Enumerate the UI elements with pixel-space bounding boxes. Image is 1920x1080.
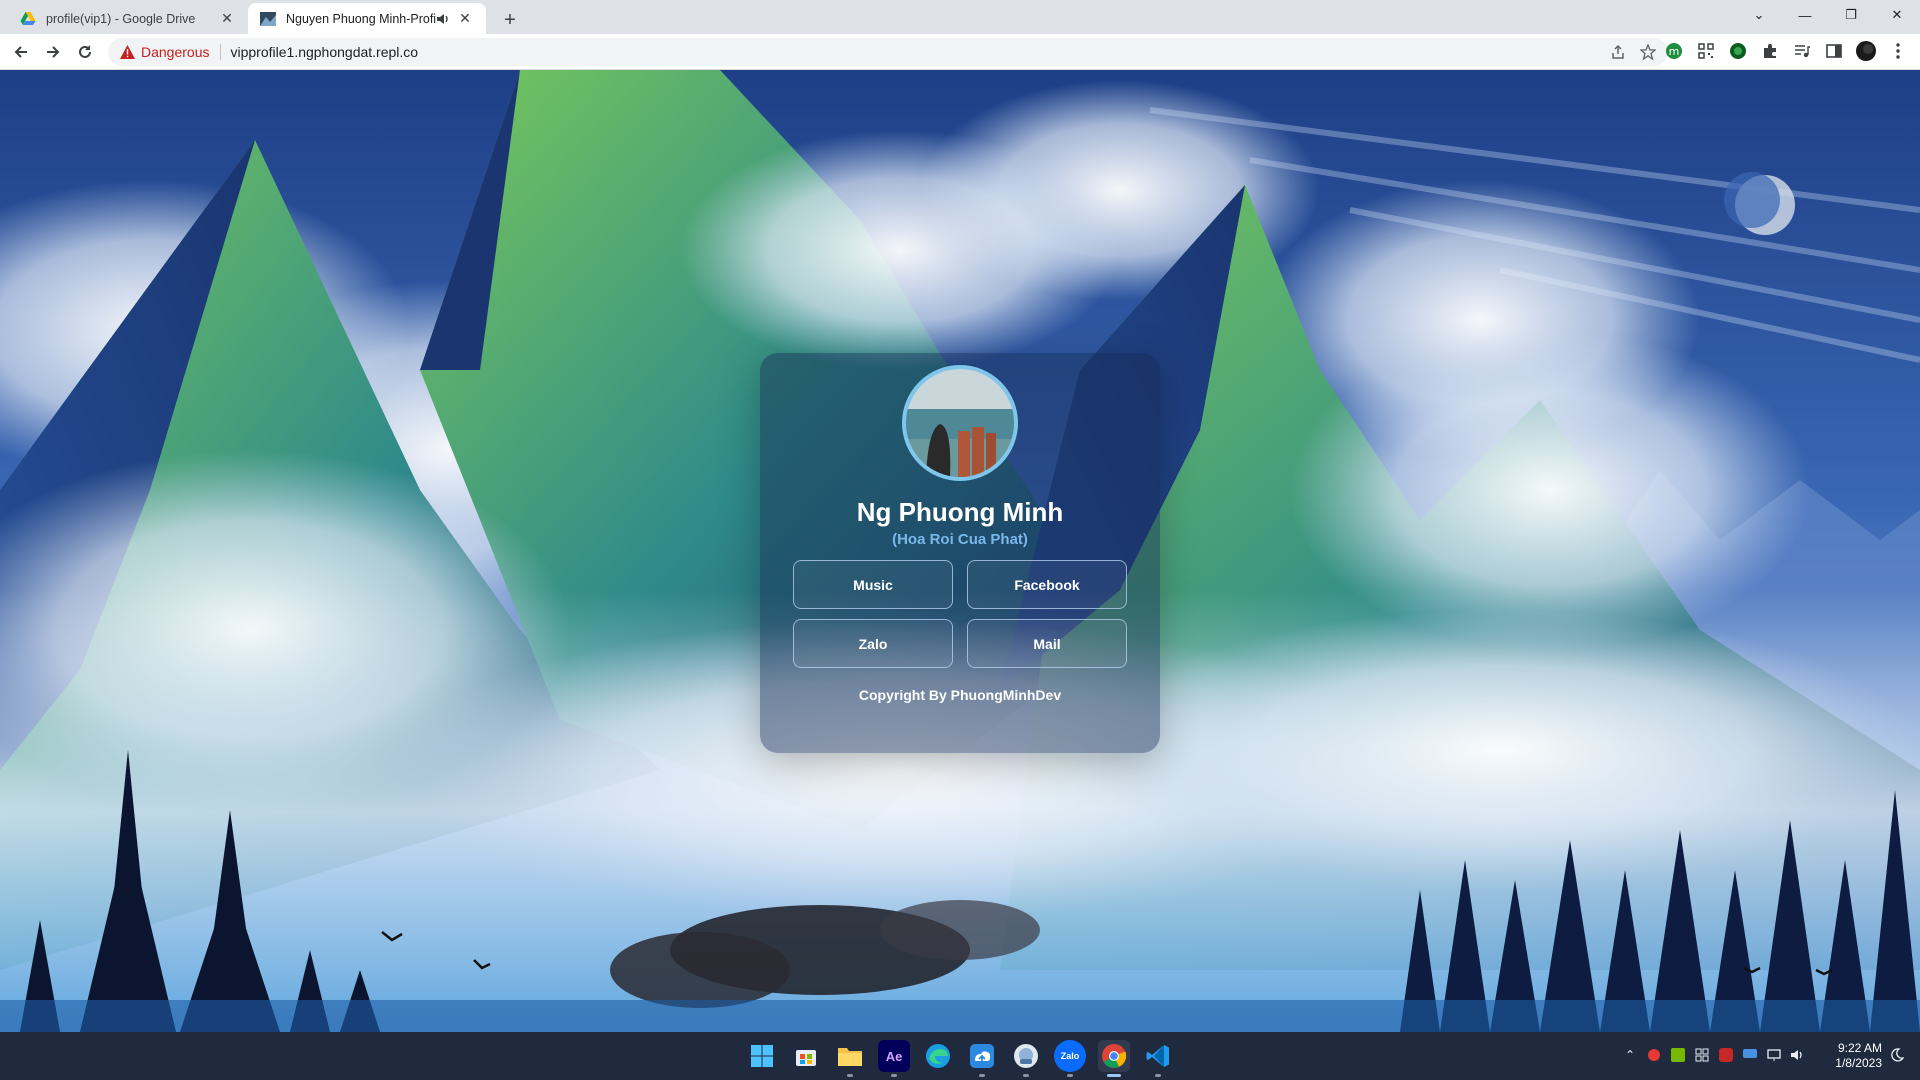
start-icon[interactable]	[746, 1040, 778, 1072]
nvidia-icon[interactable]	[1669, 1046, 1687, 1064]
svg-text:m: m	[1669, 45, 1680, 58]
extensions-puzzle-icon[interactable]	[1760, 41, 1780, 61]
chrome-icon[interactable]	[1098, 1040, 1130, 1077]
avatar-photo	[906, 369, 1014, 477]
close-icon[interactable]: ✕	[218, 10, 236, 28]
tab-search-icon[interactable]: ⌄	[1736, 0, 1782, 30]
avatar	[902, 365, 1018, 481]
extension-circle-icon[interactable]	[1728, 41, 1748, 61]
tab-title: Nguyen Phuong Minh-Profile	[286, 11, 436, 26]
tray-app-icon[interactable]	[1645, 1046, 1663, 1064]
close-icon[interactable]: ✕	[456, 10, 474, 28]
file-explorer-icon[interactable]	[834, 1040, 866, 1077]
cloud-app-icon[interactable]	[966, 1040, 998, 1077]
clock[interactable]: 9:22 AM 1/8/2023	[1812, 1041, 1882, 1071]
facebook-button[interactable]: Facebook	[967, 560, 1127, 609]
tab-profile[interactable]: Nguyen Phuong Minh-Profile ✕	[248, 3, 486, 34]
page-viewport: Ng Phuong Minh (Hoa Roi Cua Phat) Music …	[0, 70, 1920, 1032]
store-icon[interactable]	[790, 1040, 822, 1072]
moon-notification-icon[interactable]	[1888, 1046, 1906, 1064]
finder-like-icon[interactable]	[1010, 1040, 1042, 1077]
google-drive-icon	[20, 11, 36, 25]
restore-button[interactable]: ❐	[1828, 0, 1874, 30]
display-icon[interactable]	[1765, 1046, 1783, 1064]
zalo-icon[interactable]: Zalo	[1054, 1040, 1086, 1077]
speaker-icon[interactable]	[436, 12, 450, 26]
windows-taskbar: Ae Zalo ⌃ 9:22 AM 1/8/2023	[0, 1032, 1920, 1080]
vscode-icon[interactable]	[1142, 1040, 1174, 1077]
extension-bar: m	[1664, 41, 1908, 61]
share-icon[interactable]	[1610, 44, 1626, 60]
clock-time: 9:22 AM	[1837, 1041, 1882, 1055]
extension-green-icon[interactable]: m	[1664, 41, 1684, 61]
security-warning[interactable]: Dangerous	[120, 44, 210, 60]
profile-card: Ng Phuong Minh (Hoa Roi Cua Phat) Music …	[760, 353, 1160, 753]
red-tray-icon[interactable]	[1717, 1046, 1735, 1064]
page-thumbnail-icon	[260, 11, 276, 26]
tab-title: profile(vip1) - Google Drive	[46, 11, 196, 26]
security-label: Dangerous	[141, 44, 210, 60]
arrow-left-icon	[14, 46, 27, 58]
media-control-icon[interactable]	[1792, 41, 1812, 61]
menu-icon[interactable]	[1888, 41, 1908, 61]
mail-button[interactable]: Mail	[967, 619, 1127, 668]
reload-button[interactable]	[72, 39, 98, 65]
volume-icon[interactable]	[1789, 1046, 1807, 1064]
close-window-button[interactable]: ✕	[1874, 0, 1920, 30]
profile-subtitle: (Hoa Roi Cua Phat)	[892, 531, 1028, 548]
bookmark-star-icon[interactable]	[1640, 44, 1656, 60]
url-text[interactable]: vipprofile1.ngphongdat.repl.co	[231, 44, 419, 60]
minimize-button[interactable]: —	[1782, 0, 1828, 30]
chat-tray-icon[interactable]	[1741, 1046, 1759, 1064]
network-grid-icon[interactable]	[1693, 1046, 1711, 1064]
address-bar[interactable]: Dangerous vipprofile1.ngphongdat.repl.co	[108, 38, 1668, 66]
back-button[interactable]	[8, 39, 34, 65]
forward-button[interactable]	[40, 39, 66, 65]
tab-strip: profile(vip1) - Google Drive ✕ Nguyen Ph…	[0, 0, 1920, 34]
browser-toolbar: Dangerous vipprofile1.ngphongdat.repl.co…	[0, 34, 1920, 70]
arrow-right-icon	[47, 46, 60, 58]
chevron-up-icon[interactable]: ⌃	[1621, 1046, 1639, 1064]
side-panel-icon[interactable]	[1824, 41, 1844, 61]
zalo-button[interactable]: Zalo	[793, 619, 953, 668]
clock-date: 1/8/2023	[1835, 1056, 1882, 1070]
warning-icon	[120, 45, 135, 59]
after-effects-icon[interactable]: Ae	[878, 1040, 910, 1077]
copyright-text: Copyright By PhuongMinhDev	[858, 687, 1062, 703]
new-tab-button[interactable]: +	[496, 6, 524, 34]
tab-google-drive[interactable]: profile(vip1) - Google Drive ✕	[8, 3, 248, 34]
edge-icon[interactable]	[922, 1040, 954, 1072]
music-button[interactable]: Music	[793, 560, 953, 609]
omnibox-actions	[1610, 44, 1656, 60]
qr-code-icon[interactable]	[1696, 41, 1716, 61]
reload-icon	[79, 45, 91, 58]
omnibox-divider	[219, 44, 221, 60]
profile-name: Ng Phuong Minh	[856, 497, 1064, 527]
profile-avatar[interactable]	[1856, 41, 1876, 61]
